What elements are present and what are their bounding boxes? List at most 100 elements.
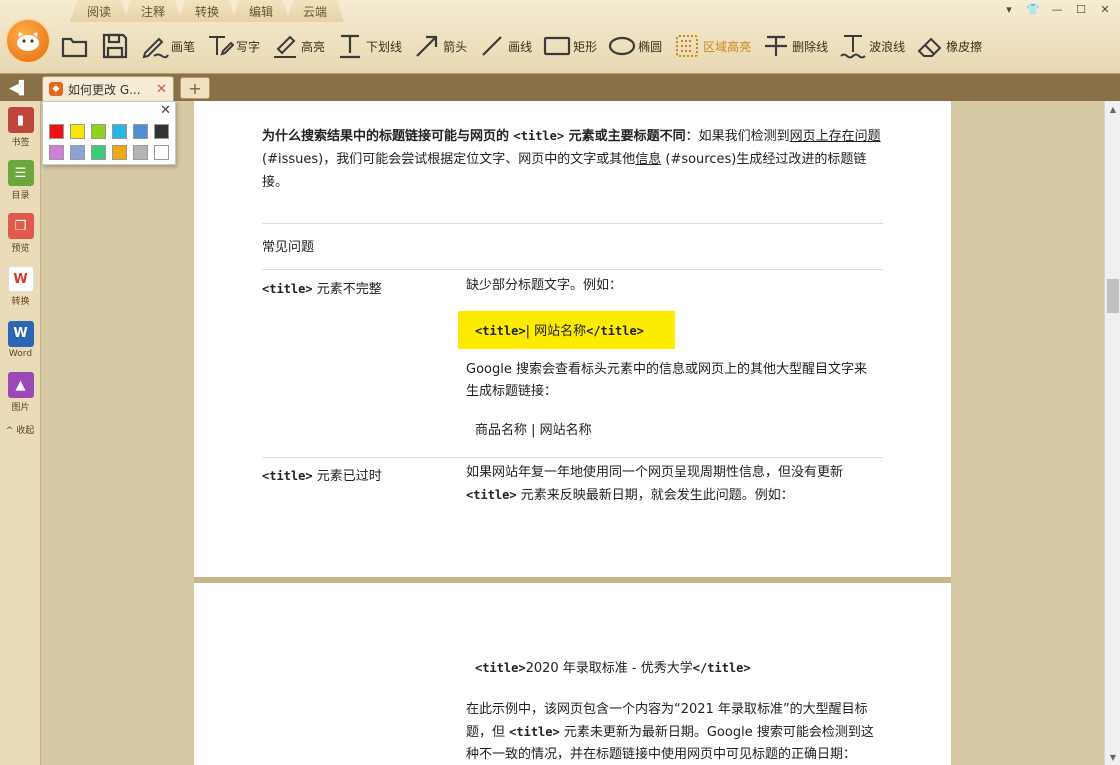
divider	[262, 223, 883, 224]
pdf-to-word-icon: W	[7, 266, 34, 292]
color-swatch-yellow[interactable]	[70, 124, 85, 139]
row-2-desc: 如果网站年复一年地使用同一个网页呈现周期性信息，但没有更新 <title> 元素…	[466, 462, 878, 507]
divider	[262, 269, 883, 270]
line-icon	[482, 36, 502, 56]
document-tab[interactable]: ◆ 如何更改 G... ✕	[42, 76, 174, 101]
row-2-desc-b: 元素来反映最新日期，就会发生此问题。例如：	[516, 488, 794, 503]
table-of-contents-icon: ☰	[7, 160, 34, 186]
row-2-desc-a: 如果网站年复一年地使用同一个网页呈现周期性信息，但没有更新	[466, 465, 844, 480]
intro-bold-b: 元素或主要标题不同	[564, 129, 686, 144]
top-bar: 阅读 注释 转换 编辑 云端 ▾ 👕 — ☐ ✕ 画笔 写字 高亮 下划线 箭头…	[0, 0, 1120, 74]
color-swatch-pink[interactable]	[49, 145, 64, 160]
issues-link[interactable]: 网页上存在问题	[790, 129, 881, 144]
sidebar-item-images[interactable]: ▲ 图片	[0, 366, 41, 419]
new-tab-button[interactable]: +	[180, 77, 210, 99]
scroll-up-icon[interactable]: ▲	[1105, 101, 1120, 117]
color-swatch-lavender[interactable]	[70, 145, 85, 160]
close-tab-icon[interactable]: ✕	[156, 82, 167, 97]
color-swatch-blue[interactable]	[133, 124, 148, 139]
skin-icon[interactable]: 👕	[1024, 2, 1042, 16]
tool-strikethrough-label: 删除线	[792, 39, 829, 54]
p2-code-open: <title>	[475, 661, 526, 675]
underline-icon	[340, 34, 361, 59]
menu-tab-annotate[interactable]: 注释	[124, 0, 182, 22]
tool-eraser[interactable]: 橡皮擦	[915, 30, 982, 62]
sidebar-item-contents[interactable]: ☰ 目录	[0, 154, 41, 207]
tool-ellipse[interactable]: 椭圆	[607, 30, 662, 62]
color-swatch-cyan[interactable]	[112, 124, 127, 139]
tool-arrow[interactable]: 箭头	[412, 30, 467, 62]
typewriter-icon	[209, 36, 235, 56]
color-swatch-black[interactable]	[154, 124, 169, 139]
menu-tab-convert[interactable]: 转换	[178, 0, 236, 22]
scrollbar-thumb[interactable]	[1107, 279, 1119, 313]
tool-area-highlight-label: 区域高亮	[703, 39, 752, 54]
save-button[interactable]	[100, 30, 130, 62]
tool-eraser-label: 橡皮擦	[946, 39, 983, 54]
dropdown-menu-icon[interactable]: ▾	[1000, 2, 1018, 16]
vertical-scrollbar[interactable]: ▲ ▼	[1104, 101, 1120, 765]
tool-rectangle[interactable]: 矩形	[542, 30, 597, 62]
menu-tab-edit[interactable]: 编辑	[232, 0, 290, 22]
tool-arrow-label: 箭头	[443, 39, 468, 54]
page2-paragraph: 在此示例中，该网页包含一个内容为“2021 年录取标准”的大型醒目标题，但 <t…	[466, 699, 878, 765]
tool-pen-label: 画笔	[171, 39, 196, 54]
sidebar-item-label: 书签	[11, 138, 30, 148]
sidebar-item-preview[interactable]: ❐ 预览	[0, 207, 41, 260]
sidebar-item-label: Word	[8, 348, 33, 359]
tool-typewriter[interactable]: 写字	[205, 30, 260, 62]
color-swatch-emerald[interactable]	[91, 145, 106, 160]
sidebar-toggle-icon[interactable]: ◀▌	[6, 78, 32, 98]
faq-row-title: <title> 元素不完整	[262, 278, 382, 297]
highlighted-code-sample: <title>| 网站名称</title>	[475, 320, 644, 339]
sources-link[interactable]: 信息	[635, 152, 661, 167]
pen-icon	[142, 37, 169, 59]
tool-line[interactable]: 画线	[477, 30, 532, 62]
tool-underline[interactable]: 下划线	[335, 30, 402, 62]
sidebar-item-word[interactable]: W Word	[0, 313, 41, 366]
sidebar-item-label: 目录	[11, 191, 30, 201]
menu-tab-read[interactable]: 阅读	[70, 0, 128, 22]
intro-text-2: (#issues)，我们可能会尝试根据定位文字、网页中的文字或其他	[262, 152, 636, 167]
close-palette-icon[interactable]: ✕	[160, 103, 171, 118]
tool-highlight[interactable]: 高亮	[270, 30, 325, 62]
save-icon	[102, 33, 128, 59]
scroll-down-icon[interactable]: ▼	[1105, 749, 1120, 765]
color-swatch-green[interactable]	[91, 124, 106, 139]
app-logo[interactable]	[5, 18, 51, 64]
tool-wavy-line[interactable]: 波浪线	[838, 30, 905, 62]
hl-code-close: </title>	[586, 324, 644, 338]
color-swatch-orange[interactable]	[112, 145, 127, 160]
sidebar-item-convert[interactable]: W 转换	[0, 260, 41, 313]
menu-tab-cloud[interactable]: 云端	[286, 0, 344, 22]
color-swatch-gray[interactable]	[133, 145, 148, 160]
highlighter-icon	[274, 35, 297, 58]
bookmark-icon: ▮	[7, 107, 34, 133]
hl-code-text: | 网站名称	[525, 324, 587, 339]
color-palette-popup: ✕	[42, 101, 176, 165]
annotation-toolbar: 画笔 写字 高亮 下划线 箭头 画线 矩形 椭圆 区域高亮 删除线 波浪线 橡皮…	[60, 28, 992, 64]
preview-icon: ❐	[7, 213, 34, 239]
sidebar-item-label: 预览	[11, 244, 30, 254]
intro-paragraph: 为什么搜索结果中的标题链接可能与网页的 <title> 元素或主要标题不同：如果…	[262, 125, 882, 194]
sidebar-item-bookmarks[interactable]: ▮ 书签	[0, 101, 41, 154]
p2-code-close: </title>	[692, 661, 751, 675]
collapse-sidebar-button[interactable]: ^ 收起	[0, 423, 40, 436]
minimize-button[interactable]: —	[1048, 2, 1066, 16]
color-swatch-red[interactable]	[49, 124, 64, 139]
ellipse-icon	[609, 36, 636, 56]
color-swatch-white[interactable]	[154, 145, 169, 160]
tool-pen[interactable]: 画笔	[140, 30, 195, 62]
tool-strikethrough[interactable]: 删除线	[761, 30, 828, 62]
faq-heading: 常见问题	[262, 240, 315, 255]
tool-area-highlight[interactable]: 区域高亮	[672, 30, 751, 62]
maximize-button[interactable]: ☐	[1072, 2, 1090, 16]
pdf-page: 为什么搜索结果中的标题链接可能与网页的 <title> 元素或主要标题不同：如果…	[194, 101, 951, 579]
intro-text-1: ：如果我们检测到	[685, 129, 790, 144]
close-window-button[interactable]: ✕	[1096, 2, 1114, 16]
intro-code: <title>	[513, 129, 565, 143]
tool-typewriter-label: 写字	[236, 39, 261, 54]
eraser-icon	[917, 37, 942, 57]
open-button[interactable]	[60, 30, 90, 62]
tool-highlight-label: 高亮	[301, 39, 326, 54]
